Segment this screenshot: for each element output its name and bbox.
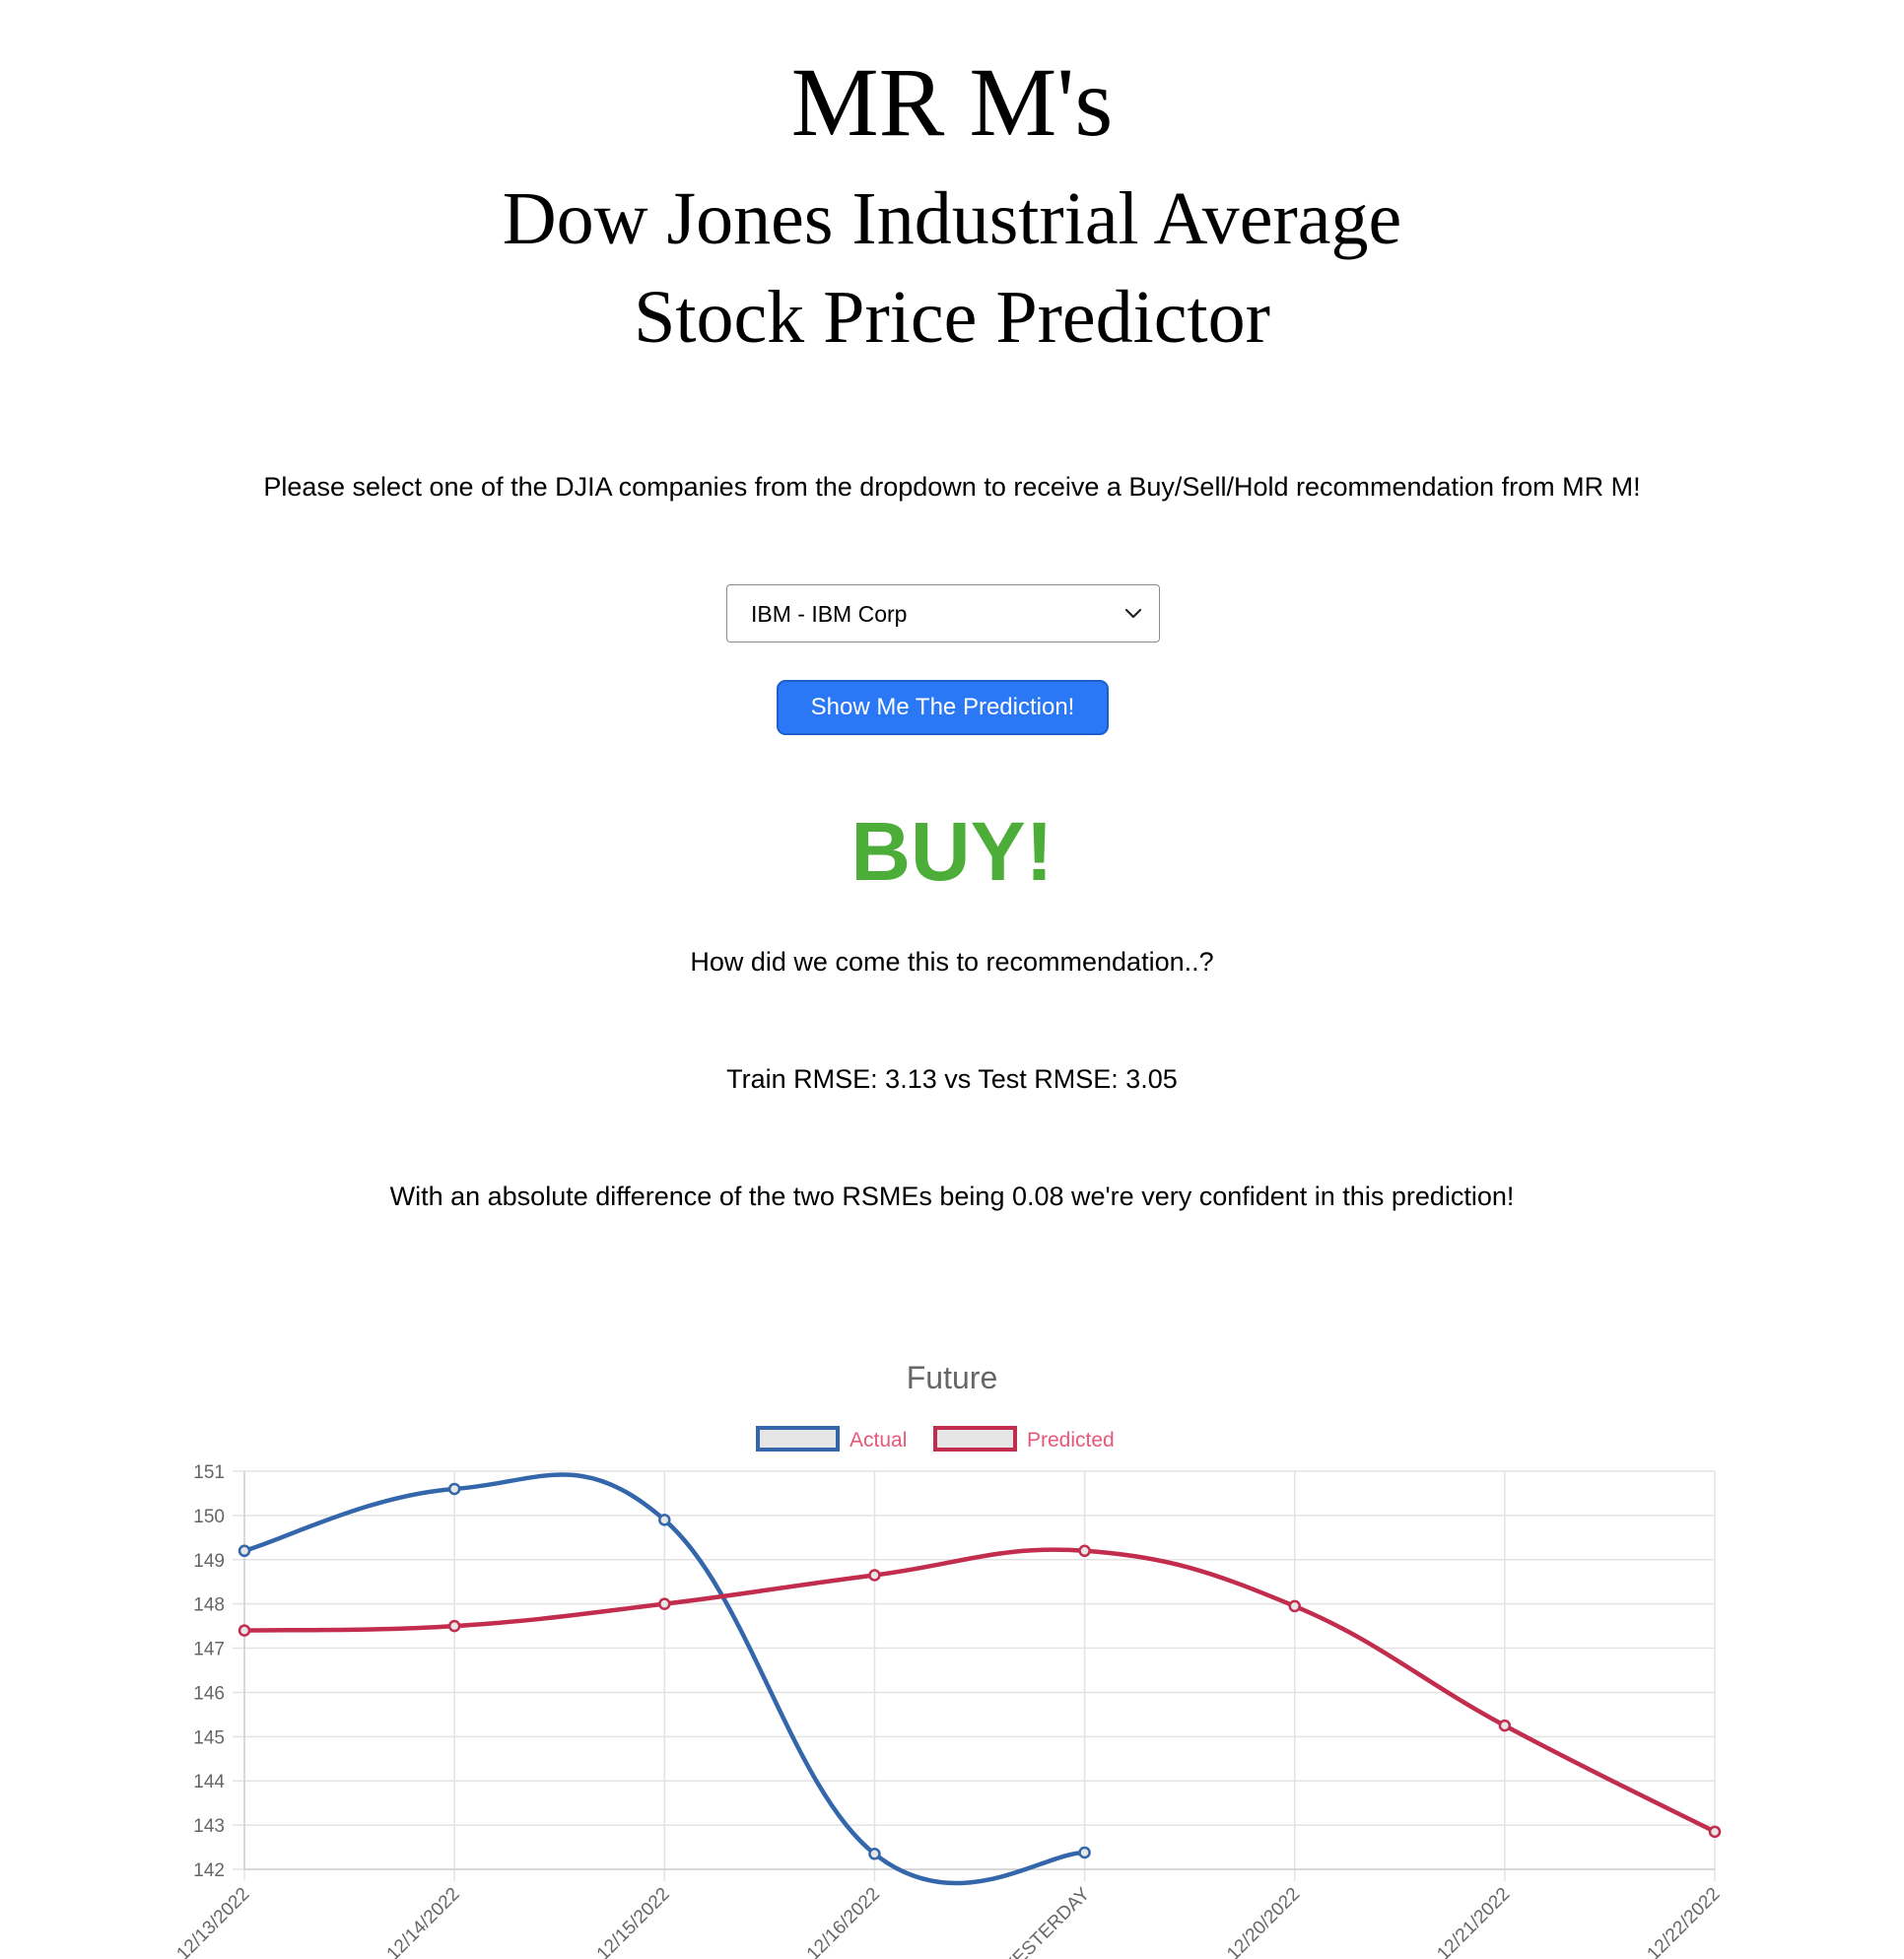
data-point-predicted[interactable]: [868, 1569, 881, 1582]
x-tick-label: YESTERDAY: [1000, 1883, 1094, 1959]
data-point-predicted[interactable]: [1288, 1599, 1301, 1613]
y-tick-label: 143: [193, 1816, 225, 1837]
data-point-actual[interactable]: [868, 1848, 881, 1860]
rmse-comparison: Train RMSE: 3.13 vs Test RMSE: 3.05: [726, 1064, 1178, 1094]
y-tick-label: 147: [193, 1640, 225, 1660]
y-tick-label: 146: [193, 1683, 225, 1704]
company-select-value: IBM - IBM Corp: [751, 601, 908, 627]
data-point-actual[interactable]: [447, 1482, 461, 1496]
data-point-predicted[interactable]: [238, 1624, 251, 1637]
x-tick-label: 12/14/2022: [383, 1884, 464, 1959]
explanation-heading: How did we come this to recommendation..…: [690, 947, 1214, 977]
x-tick-label: 12/15/2022: [593, 1884, 674, 1959]
page-subtitle: Dow Jones Industrial Average: [502, 177, 1402, 260]
y-tick-label: 151: [193, 1462, 225, 1483]
data-point-predicted[interactable]: [1498, 1719, 1512, 1732]
data-point-predicted[interactable]: [447, 1619, 461, 1633]
data-point-actual[interactable]: [658, 1514, 671, 1526]
y-tick-label: 144: [193, 1772, 225, 1792]
data-point-actual[interactable]: [238, 1544, 251, 1558]
x-tick-label: 12/13/2022: [172, 1884, 253, 1959]
legend-label-predicted: Predicted: [1027, 1429, 1115, 1452]
data-point-predicted[interactable]: [1708, 1825, 1722, 1839]
y-tick-label: 149: [193, 1551, 225, 1572]
y-tick-label: 145: [193, 1727, 225, 1748]
app-title: MR M's: [790, 47, 1114, 157]
chevron-down-icon: [1124, 608, 1142, 619]
y-tick-label: 150: [193, 1507, 225, 1527]
legend-swatch-predicted[interactable]: [933, 1426, 1017, 1452]
legend-swatch-actual[interactable]: [756, 1426, 840, 1452]
data-point-actual[interactable]: [1078, 1846, 1091, 1859]
data-point-predicted[interactable]: [658, 1597, 671, 1610]
x-tick-label: 12/22/2022: [1643, 1884, 1724, 1959]
show-prediction-button[interactable]: Show Me The Prediction!: [777, 680, 1109, 735]
chart-legend: Actual Predicted: [756, 1426, 1115, 1452]
instructions-text: Please select one of the DJIA companies …: [263, 472, 1641, 502]
data-point-predicted[interactable]: [1078, 1544, 1091, 1558]
x-tick-label: 12/16/2022: [803, 1884, 884, 1959]
series-line-predicted: [241, 1547, 1718, 1835]
legend-label-actual: Actual: [850, 1429, 907, 1452]
chart-title: Future: [907, 1360, 997, 1395]
company-select[interactable]: IBM - IBM Corp: [726, 584, 1160, 642]
x-tick-label: 12/20/2022: [1223, 1884, 1304, 1959]
confidence-statement: With an absolute difference of the two R…: [389, 1182, 1515, 1211]
y-tick-label: 142: [193, 1860, 225, 1881]
future-chart: Future Actual Predicted 142 143 144 145 146 1…: [172, 1360, 1724, 1959]
x-tick-label: 12/21/2022: [1433, 1884, 1514, 1959]
recommendation-text: BUY!: [850, 805, 1054, 898]
page-subtitle-2: Stock Price Predictor: [634, 276, 1270, 359]
y-tick-label: 148: [193, 1595, 225, 1616]
